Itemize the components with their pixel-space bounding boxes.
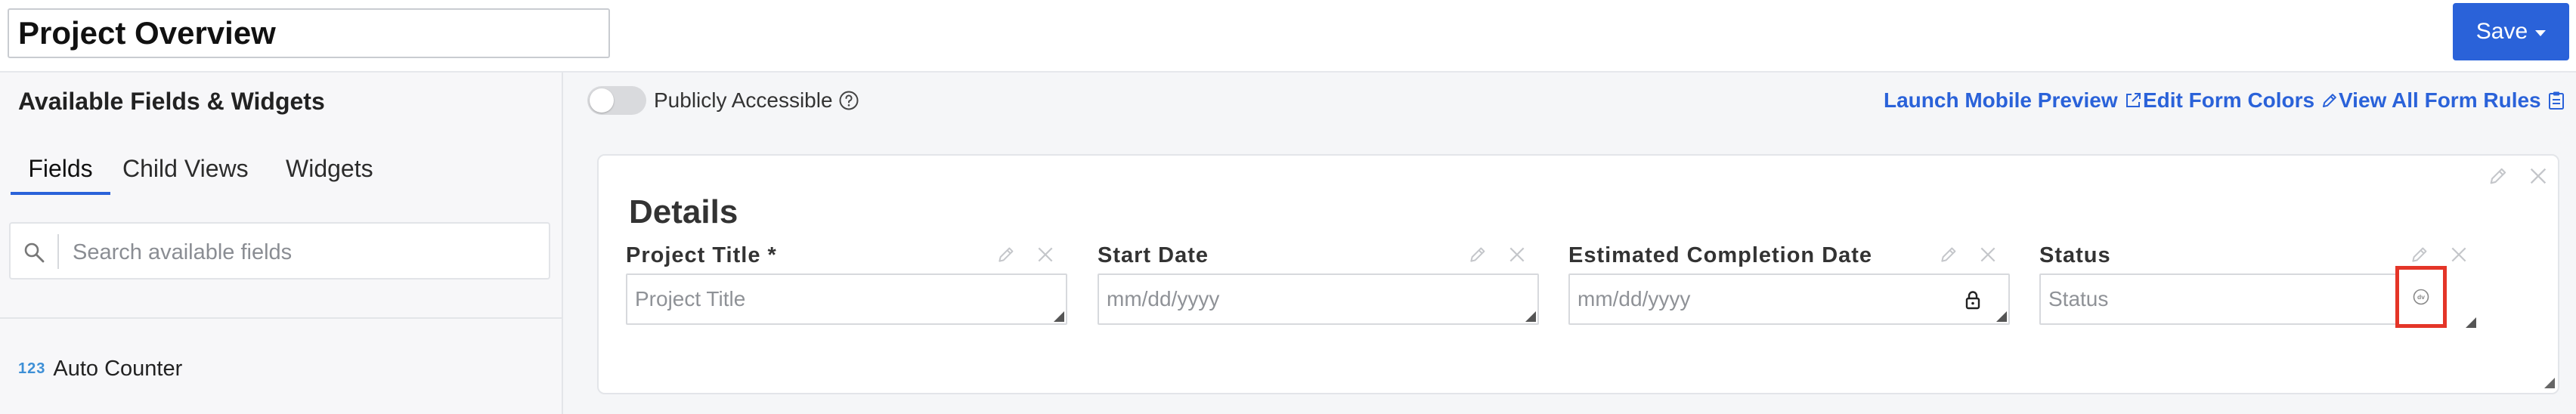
edit-field-icon[interactable] (1468, 245, 1488, 264)
field-input-box (2039, 273, 2402, 325)
link-label: Edit Form Colors (2143, 88, 2315, 112)
data-view-button[interactable]: dv (2395, 266, 2447, 328)
field-label: Project Title * (626, 243, 777, 267)
help-icon[interactable] (838, 90, 859, 111)
tab-child-views[interactable]: Child Views (122, 145, 252, 192)
remove-section-icon[interactable] (2528, 165, 2549, 187)
estimated-completion-date-input[interactable] (1570, 275, 2008, 323)
search-input[interactable] (71, 230, 528, 275)
resize-grip-icon[interactable] (2544, 378, 2555, 388)
edit-form-colors-link[interactable]: Edit Form Colors (2143, 86, 2339, 115)
start-date-input[interactable] (1099, 275, 1537, 323)
save-button-label: Save (2475, 19, 2528, 44)
project-title-input[interactable] (627, 275, 1066, 323)
lock-icon (1965, 290, 1981, 310)
resize-grip-icon[interactable] (1525, 311, 1536, 322)
edit-field-icon[interactable] (2410, 245, 2429, 264)
form-title-input[interactable] (8, 8, 610, 58)
form-editor: Publicly Accessible Launch Mobile Previe… (563, 73, 2576, 414)
counter-icon: 123 (18, 360, 46, 377)
status-input[interactable] (2041, 275, 2401, 323)
field-label: Status (2039, 243, 2111, 267)
panel-divider (0, 317, 562, 319)
field-label: Start Date (1098, 243, 1209, 267)
link-label: Launch Mobile Preview (1884, 88, 2118, 112)
caret-down-icon (2535, 29, 2547, 36)
clipboard-icon (2547, 91, 2565, 110)
field-item-auto-counter[interactable]: 123 Auto Counter (18, 354, 182, 384)
fields-panel: Available Fields & Widgets Fields Child … (0, 73, 563, 414)
panel-tabs: Fields Child Views Widgets (0, 145, 562, 195)
field-input-box (1568, 273, 2010, 325)
field-search (9, 222, 550, 280)
remove-field-icon[interactable] (1036, 245, 1055, 264)
field-item-label: Auto Counter (53, 356, 183, 381)
remove-field-icon[interactable] (1507, 245, 1527, 264)
resize-grip-icon[interactable] (1996, 311, 2007, 322)
pencil-icon (2321, 91, 2339, 110)
resize-grip-icon[interactable] (2466, 317, 2476, 328)
launch-mobile-preview-link[interactable]: Launch Mobile Preview (1884, 86, 2142, 115)
panel-heading: Available Fields & Widgets (18, 88, 325, 115)
search-divider (57, 234, 59, 269)
tab-fields[interactable]: Fields (11, 145, 110, 195)
public-access-toggle[interactable] (587, 86, 646, 115)
field-input-box (626, 273, 1067, 325)
edit-section-icon[interactable] (2488, 165, 2509, 187)
search-icon (23, 241, 45, 264)
remove-field-icon[interactable] (2449, 245, 2469, 264)
public-access-label: Publicly Accessible (654, 88, 833, 112)
data-view-icon: dv (2413, 289, 2429, 305)
form-section-card: Details Project Title * Start Date (597, 154, 2559, 394)
save-button[interactable]: Save (2453, 3, 2569, 60)
tab-widgets[interactable]: Widgets (286, 145, 373, 192)
section-title: Details (629, 193, 738, 230)
view-all-form-rules-link[interactable]: View All Form Rules (2339, 86, 2565, 115)
resize-grip-icon[interactable] (1054, 311, 1064, 322)
field-input-box (1098, 273, 1539, 325)
link-label: View All Form Rules (2339, 88, 2541, 112)
edit-field-icon[interactable] (1939, 245, 1958, 264)
top-bar: Save (0, 0, 2576, 73)
toggle-knob (590, 88, 614, 113)
external-link-icon (2124, 91, 2142, 110)
field-label: Estimated Completion Date (1568, 243, 1873, 267)
svg-text:dv: dv (2417, 293, 2425, 301)
edit-field-icon[interactable] (996, 245, 1016, 264)
remove-field-icon[interactable] (1978, 245, 1998, 264)
